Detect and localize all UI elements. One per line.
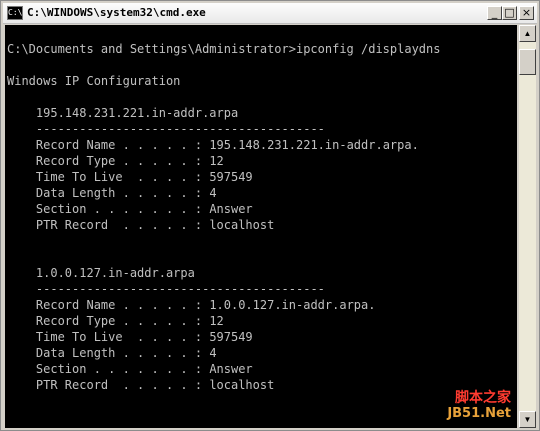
scroll-up-button[interactable]: ▲	[519, 25, 536, 42]
field-value: 4	[209, 346, 217, 360]
scroll-down-button[interactable]: ▼	[519, 411, 536, 428]
field-value: 597549	[209, 330, 253, 344]
window-title: C:\WINDOWS\system32\cmd.exe	[27, 6, 206, 19]
command-prompt: C:\Documents and Settings\Administrator>…	[7, 42, 441, 56]
field-value: 4	[209, 186, 217, 200]
field-label: Data Length . . . . . :	[35, 346, 203, 360]
dns-entry-name: 195.148.231.221.in-addr.arpa	[35, 106, 239, 120]
field-label: Record Name . . . . . :	[35, 298, 203, 312]
cmd-window: C:\ C:\WINDOWS\system32\cmd.exe _ □ × C:…	[0, 0, 540, 431]
field-label: Record Type . . . . . :	[35, 154, 203, 168]
field-value: 1.0.0.127.in-addr.arpa.	[209, 298, 376, 312]
site-watermark: 脚本之家 JB51.Net	[447, 390, 511, 422]
field-label: PTR Record . . . . . :	[35, 218, 203, 232]
watermark-site: JB51.Net	[447, 406, 511, 421]
field-label: Section . . . . . . . :	[35, 202, 203, 216]
dns-entry-name: 1.0.0.127.in-addr.arpa	[35, 266, 195, 280]
field-value: 195.148.231.221.in-addr.arpa.	[209, 138, 419, 152]
watermark-chinese: 脚本之家	[455, 390, 511, 406]
title-bar[interactable]: C:\ C:\WINDOWS\system32\cmd.exe _ □ ×	[3, 3, 537, 24]
console-output[interactable]: C:\Documents and Settings\Administrator>…	[5, 25, 517, 428]
field-value: 597549	[209, 170, 253, 184]
separator-line: ----------------------------------------	[35, 122, 325, 136]
field-label: Time To Live . . . . :	[35, 330, 203, 344]
field-value: 12	[209, 154, 224, 168]
field-label: Record Type . . . . . :	[35, 314, 203, 328]
field-label: Data Length . . . . . :	[35, 186, 203, 200]
minimize-button[interactable]: _	[487, 6, 502, 20]
field-label: Record Name . . . . . :	[35, 138, 203, 152]
close-button[interactable]: ×	[519, 6, 534, 20]
field-value: localhost	[209, 378, 275, 392]
ip-config-header: Windows IP Configuration	[7, 74, 181, 88]
field-value: 12	[209, 314, 224, 328]
field-value: localhost	[209, 218, 275, 232]
scrollbar-thumb[interactable]	[519, 49, 536, 75]
cmd-icon[interactable]: C:\	[7, 6, 23, 20]
field-label: Time To Live . . . . :	[35, 170, 203, 184]
field-label: PTR Record . . . . . :	[35, 378, 203, 392]
vertical-scrollbar[interactable]: ▲ ▼	[519, 25, 536, 428]
separator-line: ----------------------------------------	[35, 282, 325, 296]
maximize-button[interactable]: □	[502, 6, 517, 20]
field-value: Answer	[209, 362, 253, 376]
field-label: Section . . . . . . . :	[35, 362, 203, 376]
field-value: Answer	[209, 202, 253, 216]
